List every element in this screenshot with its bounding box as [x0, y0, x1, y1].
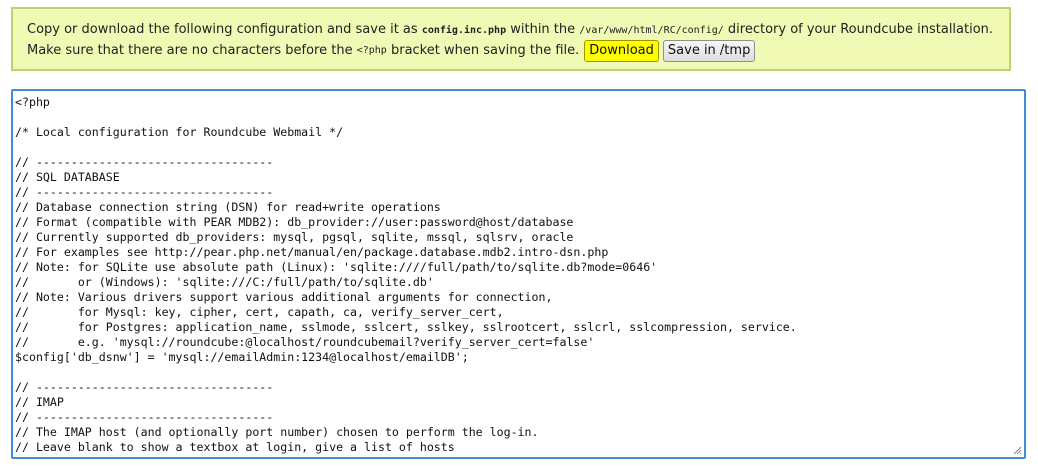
config-line: [15, 110, 1024, 125]
config-textarea[interactable]: <?php /* Local configuration for Roundcub…: [11, 89, 1026, 459]
notice-text: within the: [506, 22, 580, 37]
notice-text: Make sure that there are no characters b…: [27, 43, 353, 58]
notice-text: Copy or download the following configura…: [27, 22, 422, 37]
config-notice: Copy or download the following configura…: [11, 7, 1011, 71]
php-tag: <?php: [356, 45, 387, 56]
config-line: <?php: [15, 95, 50, 109]
config-line: [15, 140, 1024, 155]
config-directory: /var/www/html/RC/config/: [579, 25, 724, 36]
config-line: // IMAP: [15, 395, 64, 409]
config-line: // ----------------------------------: [15, 185, 274, 199]
config-line: // Note: for SQLite use absolute path (L…: [15, 260, 658, 274]
notice-text: directory of your Roundcube installation…: [723, 22, 994, 37]
config-line: // Leave blank to show a textbox at logi…: [15, 440, 455, 454]
config-filename: config.inc.php: [421, 25, 507, 36]
config-line: // The IMAP host (and optionally port nu…: [15, 425, 539, 439]
resize-grip-icon[interactable]: [1012, 445, 1022, 455]
config-line: // for Postgres: application_name, sslmo…: [15, 320, 797, 334]
download-button[interactable]: Download: [584, 40, 659, 62]
config-line: // ----------------------------------: [15, 155, 274, 169]
notice-text: bracket when saving the file.: [390, 43, 580, 58]
config-line: // Format (compatible with PEAR MDB2): d…: [15, 215, 574, 229]
config-line: // Database connection string (DSN) for …: [15, 200, 441, 214]
notice-line-2: Make sure that there are no characters b…: [27, 40, 756, 62]
config-line: /* Local configuration for Roundcube Web…: [15, 125, 344, 139]
config-line: // For examples see http://pear.php.net/…: [15, 245, 609, 259]
config-line: // Currently supported db_providers: mys…: [15, 230, 574, 244]
config-line: // or (Windows): 'sqlite:///C:/full/path…: [15, 275, 434, 289]
config-line: // Note: Various drivers support various…: [15, 290, 553, 304]
config-line: // e.g. 'mysql://roundcube:@localhost/ro…: [15, 335, 595, 349]
config-code: <?php /* Local configuration for Roundcub…: [13, 91, 1024, 455]
config-line: // SQL DATABASE: [15, 170, 120, 184]
config-line: // ----------------------------------: [15, 380, 274, 394]
config-line: $config['db_dsnw'] = 'mysql://emailAdmin…: [15, 350, 469, 364]
config-line: // ----------------------------------: [15, 410, 274, 424]
save-in-tmp-button[interactable]: Save in /tmp: [662, 40, 756, 62]
config-line: // for Mysql: key, cipher, cert, capath,…: [15, 305, 504, 319]
config-line: [15, 365, 1024, 380]
notice-line-1: Copy or download the following configura…: [27, 22, 993, 39]
